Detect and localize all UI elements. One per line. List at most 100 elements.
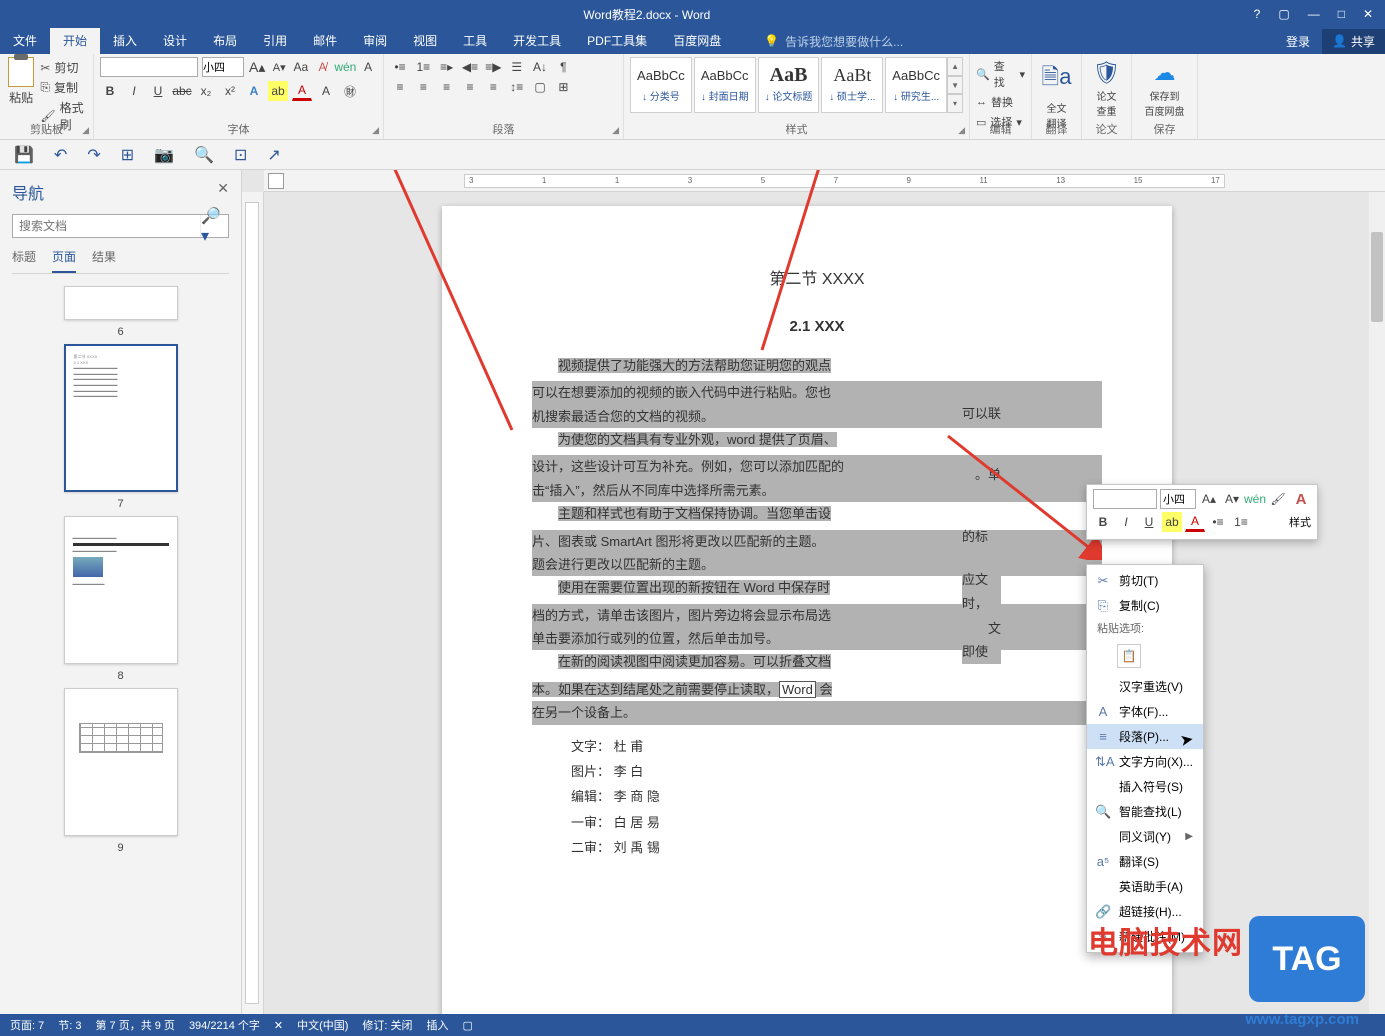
- tab-home[interactable]: 开始: [50, 28, 100, 54]
- close-icon[interactable]: ✕: [1363, 7, 1373, 21]
- phonetic-guide-button[interactable]: wén: [335, 57, 355, 77]
- clear-formatting-button[interactable]: A̸: [314, 57, 332, 77]
- mini-highlight[interactable]: ab: [1162, 512, 1182, 532]
- ribbon-display-options-icon[interactable]: ▢: [1278, 7, 1289, 21]
- search-input[interactable]: [13, 215, 200, 237]
- tab-pdf[interactable]: PDF工具集: [574, 28, 660, 54]
- gallery-down-button[interactable]: ▼: [947, 76, 963, 95]
- text-effects-button[interactable]: A: [244, 81, 264, 101]
- line-spacing-button[interactable]: ↕≡: [507, 77, 527, 97]
- status-insert-mode[interactable]: 插入: [427, 1017, 449, 1033]
- status-words[interactable]: 394/2214 个字: [189, 1017, 260, 1033]
- status-pages[interactable]: 第 7 页，共 9 页: [95, 1017, 174, 1033]
- decrease-indent-button[interactable]: ◀≡: [460, 57, 480, 77]
- styles-gallery[interactable]: AaBbCc↓ 分类号 AaBbCc↓ 封面日期 AaB↓ 论文标题 AaBt↓…: [630, 57, 947, 113]
- save-button[interactable]: 💾: [14, 145, 34, 165]
- qat-button[interactable]: 🔍: [194, 145, 214, 165]
- page-thumbnail[interactable]: ▬▬▬▬▬▬▬▬▬▬▬▬▬▬▬▬▬▬▬▬▬▬▬▬▬▬▬▬▬▬: [64, 516, 178, 664]
- font-dialog-launcher[interactable]: ◢: [372, 125, 379, 136]
- borders-button[interactable]: ⊞: [553, 77, 573, 97]
- character-shading-button[interactable]: A: [316, 81, 336, 101]
- align-center-button[interactable]: ≡: [413, 77, 433, 97]
- copy-button[interactable]: ⎘复制: [40, 79, 87, 96]
- style-item[interactable]: AaBbCc↓ 分类号: [630, 57, 692, 113]
- close-pane-icon[interactable]: ✕: [217, 180, 229, 204]
- italic-button[interactable]: I: [124, 81, 144, 101]
- vertical-scrollbar[interactable]: [1369, 192, 1385, 1014]
- nav-tab-results[interactable]: 结果: [92, 248, 116, 273]
- tab-references[interactable]: 引用: [250, 28, 300, 54]
- tab-file[interactable]: 文件: [0, 28, 50, 54]
- tab-layout[interactable]: 布局: [200, 28, 250, 54]
- font-name-combo[interactable]: [100, 57, 198, 77]
- maximize-icon[interactable]: □: [1338, 7, 1345, 21]
- cut-button[interactable]: ✂剪切: [40, 59, 87, 76]
- nav-tab-pages[interactable]: 页面: [52, 248, 76, 273]
- numbering-button[interactable]: 1≡: [413, 57, 433, 77]
- mini-numbering[interactable]: 1≡: [1231, 512, 1251, 532]
- qat-button[interactable]: ⊞: [121, 145, 134, 165]
- superscript-button[interactable]: x²: [220, 81, 240, 101]
- ctx-copy[interactable]: ⎘复制(C): [1087, 593, 1203, 618]
- style-item[interactable]: AaBbCc↓ 研究生...: [885, 57, 947, 113]
- tab-view[interactable]: 视图: [400, 28, 450, 54]
- distributed-button[interactable]: ≡: [483, 77, 503, 97]
- multilevel-list-button[interactable]: ≡▸: [437, 57, 457, 77]
- page-thumbnail[interactable]: [64, 286, 178, 320]
- qat-button[interactable]: 📷: [154, 145, 174, 165]
- ctx-translate[interactable]: a⁵翻译(S): [1087, 849, 1203, 874]
- subscript-button[interactable]: x₂: [196, 81, 216, 101]
- tab-mailings[interactable]: 邮件: [300, 28, 350, 54]
- align-left-button[interactable]: ≡: [390, 77, 410, 97]
- mini-styles-button[interactable]: A: [1291, 489, 1311, 509]
- find-button[interactable]: 🔍 查找 ▾: [976, 56, 1025, 92]
- status-page[interactable]: 页面: 7: [10, 1017, 44, 1033]
- ctx-english-assistant[interactable]: 英语助手(A): [1087, 874, 1203, 899]
- bullets-button[interactable]: •≡: [390, 57, 410, 77]
- mini-font-color[interactable]: A: [1185, 512, 1205, 532]
- mini-underline[interactable]: U: [1139, 512, 1159, 532]
- mini-bullets[interactable]: •≡: [1208, 512, 1228, 532]
- minimize-icon[interactable]: —: [1308, 7, 1320, 21]
- translate-icon[interactable]: 🗎a: [1042, 60, 1072, 98]
- shrink-font-button[interactable]: A▾: [270, 57, 288, 77]
- font-color-button[interactable]: A: [292, 81, 312, 101]
- style-item[interactable]: AaBt↓ 硕士学...: [821, 57, 883, 113]
- cloud-icon[interactable]: ☁: [1154, 60, 1176, 86]
- paragraph-dialog-launcher[interactable]: ◢: [612, 125, 619, 136]
- mini-phonetic[interactable]: wén: [1245, 489, 1265, 509]
- login-button[interactable]: 登录: [1274, 33, 1322, 50]
- search-icon[interactable]: 🔎▾: [200, 215, 228, 237]
- show-marks-button[interactable]: ¶: [553, 57, 573, 77]
- status-spellcheck-icon[interactable]: ✕: [274, 1019, 283, 1032]
- mini-italic[interactable]: I: [1116, 512, 1136, 532]
- undo-button[interactable]: ↶: [54, 145, 67, 165]
- bold-button[interactable]: B: [100, 81, 120, 101]
- status-section[interactable]: 节: 3: [58, 1017, 81, 1033]
- tab-insert[interactable]: 插入: [100, 28, 150, 54]
- ctx-hanzi[interactable]: 汉字重选(V): [1087, 674, 1203, 699]
- paste-option-button[interactable]: 📋: [1117, 644, 1141, 668]
- mini-bold[interactable]: B: [1093, 512, 1113, 532]
- grow-font-button[interactable]: A▴: [248, 57, 266, 77]
- mini-font-combo[interactable]: [1093, 489, 1157, 509]
- tab-selector[interactable]: [268, 173, 284, 189]
- change-case-button[interactable]: Aa: [292, 57, 310, 77]
- align-right-button[interactable]: ≡: [437, 77, 457, 97]
- mini-shrink-font[interactable]: A▾: [1222, 489, 1242, 509]
- justify-button[interactable]: ≡: [460, 77, 480, 97]
- clipboard-dialog-launcher[interactable]: ◢: [82, 125, 89, 136]
- ctx-font[interactable]: A字体(F)...: [1087, 699, 1203, 724]
- gallery-more-button[interactable]: ▾: [947, 94, 963, 113]
- ctx-cut[interactable]: ✂剪切(T): [1087, 568, 1203, 593]
- ctx-smart-lookup[interactable]: 🔍智能查找(L): [1087, 799, 1203, 824]
- qat-button[interactable]: ⊡: [234, 145, 247, 165]
- redo-button[interactable]: ↷: [87, 145, 100, 165]
- page-thumbnail-selected[interactable]: 第二节 XXXX2.1 XXX▬▬▬▬▬▬▬▬▬▬▬▬▬▬▬▬▬▬▬▬▬▬▬▬▬…: [64, 344, 178, 492]
- status-extra[interactable]: ▢: [463, 1019, 473, 1032]
- tab-review[interactable]: 审阅: [350, 28, 400, 54]
- sort-button[interactable]: A↓: [530, 57, 550, 77]
- highlight-button[interactable]: ab: [268, 81, 288, 101]
- style-item[interactable]: AaBbCc↓ 封面日期: [694, 57, 756, 113]
- tell-me-box[interactable]: 💡 告诉我您想要做什么...: [764, 33, 903, 50]
